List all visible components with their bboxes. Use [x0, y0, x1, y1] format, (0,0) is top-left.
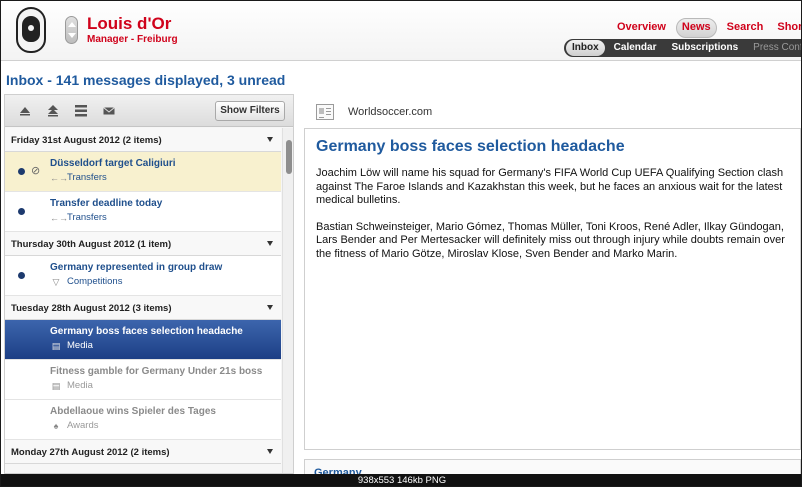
page-title: Inbox - 141 messages displayed, 3 unread [6, 72, 286, 88]
newspaper-icon: ▤ [51, 341, 61, 351]
message-list: Friday 31st August 2012 (2 items) ⊘ Düssel… [5, 128, 281, 473]
nav-tab-overview[interactable]: Overview [613, 18, 670, 38]
message-row[interactable]: Abdellaoue wins Spieler des Tages ♠ Awards [5, 400, 281, 440]
message-category: Transfers [67, 172, 107, 183]
sub-tab-inbox[interactable]: Inbox [566, 40, 605, 56]
message-category: Transfers [67, 212, 107, 223]
message-subject: Düsseldorf target Caligiuri [50, 158, 176, 169]
article-title: Germany boss faces selection headache [316, 138, 625, 155]
message-category: Media [67, 380, 93, 391]
article-paragraph: Joachim Löw will name his squad for Germ… [316, 167, 784, 206]
group-header-label: Friday 31st August 2012 (2 items) [11, 135, 162, 146]
article-source[interactable]: Worldsoccer.com [348, 106, 432, 118]
group-header[interactable]: Tuesday 28th August 2012 (3 items) [5, 296, 281, 320]
shield-icon: ▽ [52, 277, 60, 287]
scroll-thumb[interactable] [286, 140, 292, 174]
chevron-down-icon[interactable] [267, 449, 273, 454]
main-nav: Overview News Search Shor [613, 18, 801, 38]
inbox-toolbar: Show Filters [5, 95, 293, 127]
sub-tab-press-confer[interactable]: Press Confer [747, 39, 801, 57]
message-row[interactable]: Transfer deadline today ←→ Transfers [5, 192, 281, 232]
sub-tab-subscriptions[interactable]: Subscriptions [665, 39, 744, 57]
nav-tab-shor[interactable]: Shor [773, 18, 801, 38]
group-header-label: Tuesday 28th August 2012 (3 items) [11, 303, 172, 314]
article-paragraph: Bastian Schweinsteiger, Mario Gómez, Tho… [316, 220, 785, 260]
message-category: Competitions [67, 276, 123, 287]
sort-up-icon[interactable] [19, 105, 31, 117]
message-category: Awards [67, 420, 99, 431]
unread-dot-icon [18, 168, 25, 175]
message-list-scrollbar[interactable] [282, 128, 293, 473]
transfers-icon: ←→ [50, 213, 68, 223]
message-row[interactable]: Fitness gamble for Germany Under 21s bos… [5, 360, 281, 400]
article-source-bar: Worldsoccer.com [306, 101, 801, 125]
unread-dot-icon [18, 272, 25, 279]
message-row[interactable]: Germany boss faces selection headache ▤ Me… [5, 320, 281, 360]
collapse-all-icon[interactable] [47, 105, 59, 117]
show-filters-button[interactable]: Show Filters [215, 101, 285, 121]
message-subject: Transfer deadline today [50, 198, 163, 209]
nav-tab-search[interactable]: Search [723, 18, 768, 38]
group-header[interactable]: Thursday 30th August 2012 (1 item) [5, 232, 281, 256]
newspaper-icon [316, 104, 334, 120]
inbox-panel: Show Filters Friday 31st August 2012 (2 … [4, 94, 294, 474]
chevron-down-icon [68, 33, 76, 38]
header-bar: Louis d'Or Manager - Freiburg Overview Ne… [1, 1, 801, 61]
manager-switch-toggle[interactable] [65, 16, 78, 44]
image-caption: 938x553 146kb PNG [1, 474, 801, 486]
group-header[interactable]: Monday 27th August 2012 (2 items) [5, 440, 281, 464]
paperclip-icon: ⊘ [31, 165, 41, 177]
list-view-icon[interactable] [75, 105, 87, 117]
nav-tab-news[interactable]: News [675, 18, 717, 38]
chevron-down-icon[interactable] [267, 241, 273, 246]
article-body: Joachim Löw will name his squad for Germ… [316, 167, 794, 274]
mail-icon[interactable] [103, 105, 115, 117]
manager-role: Manager - Freiburg [87, 34, 178, 45]
newspaper-icon: ▤ [51, 381, 61, 391]
club-crest-icon[interactable] [16, 7, 46, 53]
unread-dot-icon [18, 208, 25, 215]
group-header-label: Monday 27th August 2012 (2 items) [11, 447, 170, 458]
sub-nav: InboxCalendarSubscriptionsPress Confer [564, 39, 801, 57]
message-category: Media [67, 340, 93, 351]
chevron-down-icon[interactable] [267, 305, 273, 310]
message-subject: Germany represented in group draw [50, 262, 223, 273]
message-subject: Abdellaoue wins Spieler des Tages [50, 406, 216, 417]
app-window: Louis d'Or Manager - Freiburg Overview Ne… [0, 0, 802, 487]
manager-name[interactable]: Louis d'Or [87, 14, 171, 34]
message-row[interactable]: ⊘ Düsseldorf target Caligiuri ←→ Transfers [5, 152, 281, 192]
article-card: Germany boss faces selection headache Jo… [304, 128, 801, 450]
message-subject: Fitness gamble for Germany Under 21s bos… [50, 366, 263, 377]
message-subject: Germany boss faces selection headache [50, 326, 243, 337]
group-header-label: Thursday 30th August 2012 (1 item) [11, 239, 172, 250]
transfers-icon: ←→ [50, 173, 68, 183]
message-row[interactable]: Germany represented in group draw ▽ Compet… [5, 256, 281, 296]
group-header[interactable]: Friday 31st August 2012 (2 items) [5, 128, 281, 152]
sub-tab-calendar[interactable]: Calendar [608, 39, 663, 57]
chevron-down-icon[interactable] [267, 137, 273, 142]
trophy-icon: ♠ [53, 421, 59, 431]
chevron-up-icon [68, 22, 76, 27]
